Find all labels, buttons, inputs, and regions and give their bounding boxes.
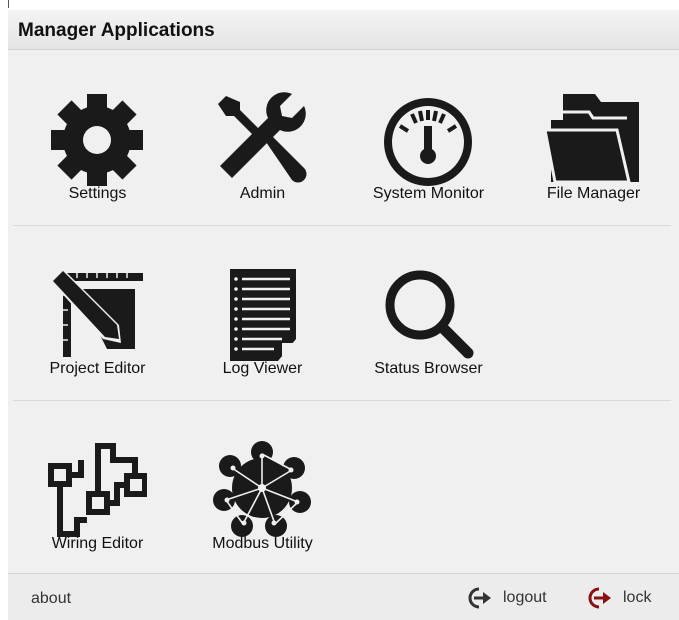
wiring-icon bbox=[48, 443, 147, 537]
drafting-pencil-icon bbox=[49, 267, 143, 357]
network-blob-icon bbox=[213, 441, 311, 537]
app-label: File Manager bbox=[546, 185, 641, 202]
app-admin[interactable]: Admin bbox=[180, 50, 345, 224]
app-grid: Settings Admin System Monitor File Manag… bbox=[8, 50, 679, 573]
magnifier-icon bbox=[385, 270, 474, 359]
app-wiring-editor[interactable]: Wiring Editor bbox=[15, 400, 180, 574]
app-log-viewer[interactable]: Log Viewer bbox=[180, 225, 345, 399]
app-project-editor[interactable]: Project Editor bbox=[15, 225, 180, 399]
app-row: Settings Admin System Monitor File Manag… bbox=[13, 50, 671, 224]
manager-window: Manager Applications Settings Admin Syst… bbox=[8, 10, 679, 620]
lock-icon bbox=[588, 587, 611, 609]
logout-button[interactable]: logout bbox=[465, 586, 547, 610]
app-label: Modbus Utility bbox=[212, 535, 313, 552]
app-label: Project Editor bbox=[49, 360, 146, 377]
app-label: Settings bbox=[68, 185, 127, 202]
gauge-icon bbox=[384, 98, 472, 186]
app-modbus-utility[interactable]: Modbus Utility bbox=[180, 400, 345, 574]
app-row: Wiring Editor Modbus Utility bbox=[13, 400, 671, 574]
app-label: Log Viewer bbox=[222, 360, 303, 377]
app-label: Status Browser bbox=[374, 360, 483, 377]
app-status-browser[interactable]: Status Browser bbox=[346, 225, 511, 399]
window-header: Manager Applications bbox=[8, 10, 679, 50]
app-label: Admin bbox=[239, 185, 286, 202]
document-icon bbox=[230, 269, 296, 361]
footer-bar: about logout lock bbox=[8, 573, 679, 620]
app-system-monitor[interactable]: System Monitor bbox=[346, 50, 511, 224]
lock-label: lock bbox=[623, 589, 652, 606]
app-label: Wiring Editor bbox=[51, 535, 144, 552]
app-row: Project Editor Log Viewer Status Browser bbox=[13, 225, 671, 399]
window-edge-mark bbox=[8, 0, 9, 8]
app-file-manager[interactable]: File Manager bbox=[511, 50, 676, 224]
about-link[interactable]: about bbox=[31, 590, 71, 608]
tools-icon bbox=[218, 92, 307, 183]
logout-label: logout bbox=[503, 589, 547, 606]
folder-icon bbox=[543, 94, 639, 184]
gear-icon bbox=[51, 94, 143, 186]
lock-button[interactable]: lock bbox=[585, 586, 651, 610]
logout-icon bbox=[468, 587, 491, 609]
app-settings[interactable]: Settings bbox=[15, 50, 180, 224]
window-title: Manager Applications bbox=[18, 20, 215, 41]
app-label: System Monitor bbox=[372, 185, 485, 202]
